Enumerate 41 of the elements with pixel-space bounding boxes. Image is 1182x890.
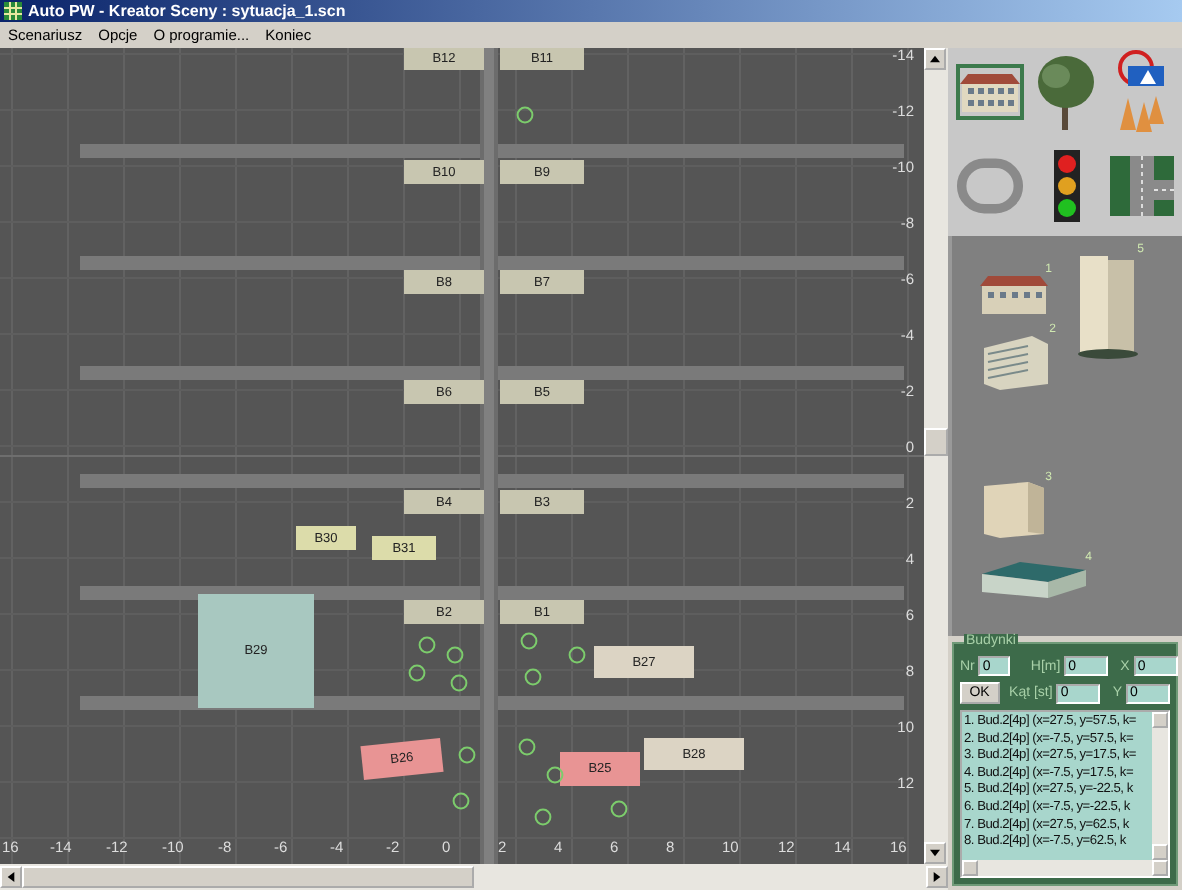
circle-marker-icon[interactable] xyxy=(524,668,542,686)
hall-drawing xyxy=(980,560,1088,600)
scroll-button[interactable] xyxy=(1152,712,1168,728)
left-arrow-icon xyxy=(6,872,16,882)
tree-icon xyxy=(1034,52,1098,132)
building-icon xyxy=(960,70,1020,114)
scroll-thumb[interactable] xyxy=(924,428,948,456)
circle-marker-icon[interactable] xyxy=(446,646,464,664)
circle-marker-icon[interactable] xyxy=(534,808,552,826)
up-arrow-icon xyxy=(930,54,940,64)
oval-track-icon xyxy=(956,156,1024,216)
list-vertical-scrollbar[interactable] xyxy=(1152,712,1168,860)
circle-marker-icon[interactable] xyxy=(418,636,436,654)
circle-marker-icon[interactable] xyxy=(520,632,538,650)
house-drawing xyxy=(980,272,1048,316)
circle-marker-icon[interactable] xyxy=(408,664,426,682)
window-title: Auto PW - Kreator Sceny : sytuacja_1.scn xyxy=(28,0,346,22)
apartment-block-drawing xyxy=(980,332,1052,392)
circle-marker-icon[interactable] xyxy=(458,746,476,764)
tool-button[interactable] xyxy=(956,64,1024,120)
down-arrow-icon xyxy=(930,848,940,858)
scroll-button[interactable] xyxy=(962,860,978,876)
circle-marker-icon[interactable] xyxy=(518,738,536,756)
intersection-icon xyxy=(1109,156,1173,216)
circle-marker-icon[interactable] xyxy=(450,674,468,692)
circle-marker-icon[interactable] xyxy=(610,800,628,818)
right-arrow-icon xyxy=(932,872,942,882)
tower-block-drawing xyxy=(1076,252,1140,360)
circle-marker-icon[interactable] xyxy=(568,646,586,664)
traffic-cones-icon xyxy=(1117,94,1165,134)
circle-marker-icon[interactable] xyxy=(452,792,470,810)
circle-marker-icon[interactable] xyxy=(546,766,564,784)
scroll-thumb[interactable] xyxy=(22,866,474,888)
buildings-list[interactable] xyxy=(960,710,1170,878)
vertical-scrollbar[interactable] xyxy=(924,48,948,864)
list-horizontal-scrollbar[interactable] xyxy=(962,860,1168,876)
circle-marker-icon[interactable] xyxy=(516,106,534,124)
horizontal-scrollbar[interactable] xyxy=(0,864,948,890)
app-icon xyxy=(4,2,22,20)
slab-block-drawing xyxy=(980,480,1048,540)
traffic-light-icon xyxy=(1053,150,1079,222)
